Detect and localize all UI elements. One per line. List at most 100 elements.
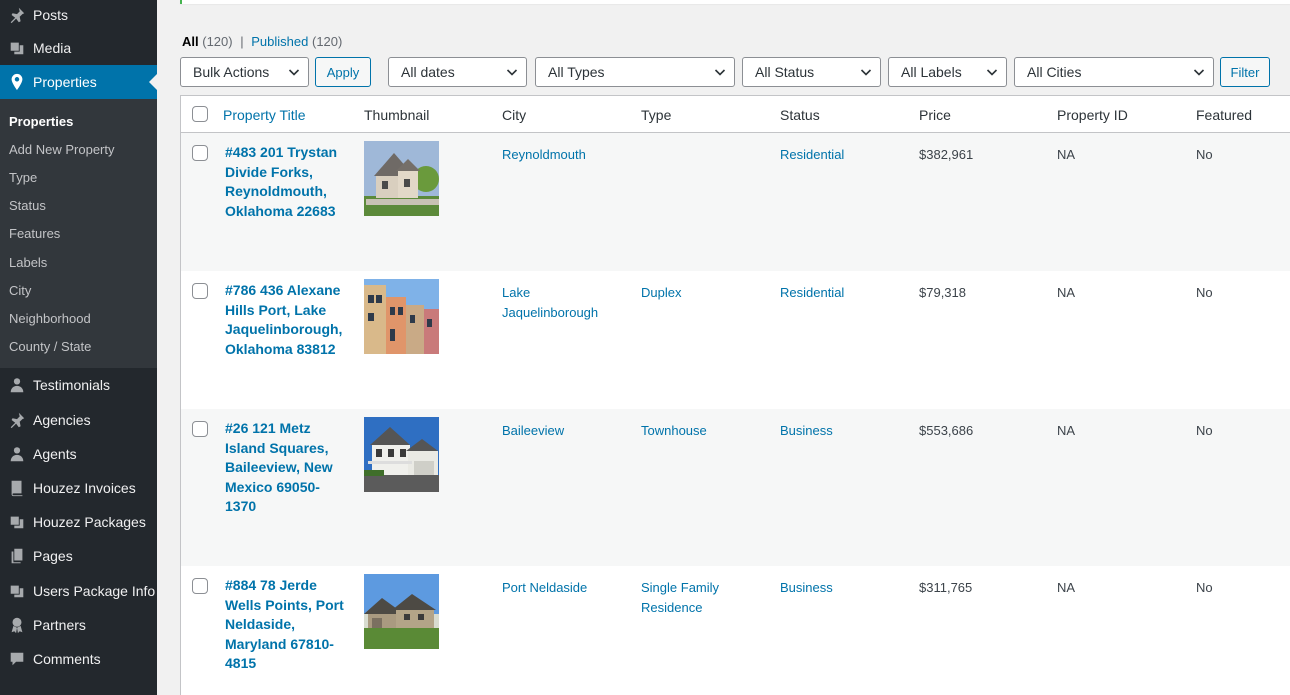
table-row: #884 78 Jerde Wells Points, Port Neldasi…: [181, 566, 1290, 695]
cities-filter-select[interactable]: All Cities: [1014, 57, 1214, 87]
property-thumbnail[interactable]: [364, 279, 439, 354]
menu-item-comments[interactable]: Comments: [0, 642, 157, 676]
type-filter-value: All Types: [548, 64, 605, 80]
menu-item-pages[interactable]: Pages: [0, 539, 157, 573]
property-id-value: NA: [1057, 147, 1076, 162]
chevron-down-icon: [1193, 69, 1205, 76]
row-checkbox[interactable]: [192, 283, 208, 299]
menu-item-agencies[interactable]: Agencies: [0, 403, 157, 437]
chevron-down-icon: [506, 69, 518, 76]
submenu-add-new-property[interactable]: Add New Property: [9, 142, 115, 157]
media-icon: [0, 513, 33, 531]
filter-published-link[interactable]: Published: [251, 34, 308, 49]
price-value: $79,318: [919, 285, 966, 300]
property-thumbnail[interactable]: [364, 574, 439, 649]
submenu-neighborhood[interactable]: Neighborhood: [9, 311, 91, 326]
apply-button[interactable]: Apply: [315, 57, 371, 87]
property-id-value: NA: [1057, 285, 1076, 300]
price-value: $553,686: [919, 423, 974, 438]
bulk-actions-select[interactable]: Bulk Actions: [180, 57, 309, 87]
award-icon: [0, 616, 33, 634]
city-link[interactable]: Baileeview: [502, 421, 622, 441]
row-checkbox[interactable]: [192, 421, 208, 437]
status-link[interactable]: Residential: [780, 145, 844, 165]
submenu-properties[interactable]: Properties: [9, 114, 73, 129]
bulk-actions-value: Bulk Actions: [193, 64, 270, 80]
labels-filter-select[interactable]: All Labels: [888, 57, 1007, 87]
submenu-features[interactable]: Features: [9, 226, 60, 241]
property-thumbnail[interactable]: [364, 141, 439, 216]
column-city: City: [502, 107, 527, 123]
menu-item-users-package-info[interactable]: Users Package Info: [0, 574, 157, 608]
row-checkbox[interactable]: [192, 578, 208, 594]
city-link[interactable]: Reynoldmouth: [502, 145, 622, 165]
media-icon: [0, 582, 33, 600]
city-link[interactable]: Lake Jaquelinborough: [502, 283, 622, 323]
status-filter-select[interactable]: All Status: [742, 57, 881, 87]
menu-item-properties[interactable]: Properties: [0, 65, 157, 99]
menu-label: Users Package Info: [33, 583, 156, 599]
properties-table: Property Title Thumbnail City Type Statu…: [180, 95, 1290, 695]
type-link[interactable]: Townhouse: [641, 421, 766, 441]
status-link[interactable]: Business: [780, 578, 833, 598]
cities-filter-value: All Cities: [1027, 64, 1082, 80]
submenu-county-state[interactable]: County / State: [9, 339, 91, 354]
date-filter-value: All dates: [401, 64, 455, 80]
type-filter-select[interactable]: All Types: [535, 57, 735, 87]
featured-value: No: [1196, 580, 1213, 595]
pin-icon: [0, 6, 33, 24]
chevron-down-icon: [714, 69, 726, 76]
status-link[interactable]: Business: [780, 421, 833, 441]
menu-label: Houzez Invoices: [33, 480, 136, 496]
filter-published-count: (120): [311, 34, 343, 49]
featured-value: No: [1196, 285, 1213, 300]
property-title-link[interactable]: #786 436 Alexane Hills Port, Lake Jaquel…: [225, 281, 350, 359]
filter-button[interactable]: Filter: [1220, 57, 1270, 87]
property-id-value: NA: [1057, 423, 1076, 438]
location-pin-icon: [0, 73, 33, 91]
status-link[interactable]: Residential: [780, 283, 844, 303]
property-title-link[interactable]: #26 121 Metz Island Squares, Baileeview,…: [225, 419, 350, 517]
menu-label: Properties: [33, 74, 97, 90]
menu-item-houzez-packages[interactable]: Houzez Packages: [0, 505, 157, 539]
property-thumbnail[interactable]: [364, 417, 439, 492]
column-thumbnail: Thumbnail: [364, 107, 430, 123]
submenu-type[interactable]: Type: [9, 170, 37, 185]
column-property-title[interactable]: Property Title: [223, 107, 305, 123]
row-checkbox[interactable]: [192, 145, 208, 161]
properties-submenu: Properties Add New Property Type Status …: [0, 99, 157, 368]
menu-item-partners[interactable]: Partners: [0, 608, 157, 642]
menu-item-houzez-invoices[interactable]: Houzez Invoices: [0, 471, 157, 505]
menu-item-media[interactable]: Media: [0, 31, 157, 65]
property-id-value: NA: [1057, 580, 1076, 595]
date-filter-select[interactable]: All dates: [388, 57, 527, 87]
price-value: $382,961: [919, 147, 974, 162]
chevron-down-icon: [860, 69, 872, 76]
property-title-link[interactable]: #483 201 Trystan Divide Forks, Reynoldmo…: [225, 143, 350, 221]
menu-item-testimonials[interactable]: Testimonials: [0, 368, 157, 402]
menu-item-posts[interactable]: Posts: [0, 0, 157, 29]
property-title-link[interactable]: #884 78 Jerde Wells Points, Port Neldasi…: [225, 576, 350, 674]
filter-all-count: (120): [202, 34, 233, 49]
menu-label: Agents: [33, 446, 77, 462]
type-link[interactable]: Single Family Residence: [641, 578, 766, 618]
menu-label: Comments: [33, 651, 101, 667]
menu-item-agents[interactable]: Agents: [0, 437, 157, 471]
filter-all-link[interactable]: All: [182, 34, 199, 49]
type-link[interactable]: Duplex: [641, 283, 766, 303]
admin-sidebar: Posts Media Properties Properties Add Ne…: [0, 0, 157, 695]
menu-label: Agencies: [33, 412, 91, 428]
select-all-checkbox[interactable]: [192, 106, 208, 122]
submenu-status[interactable]: Status: [9, 198, 46, 213]
submenu-labels[interactable]: Labels: [9, 255, 47, 270]
table-header: Property Title Thumbnail City Type Statu…: [181, 96, 1290, 133]
city-link[interactable]: Port Neldaside: [502, 578, 622, 598]
menu-label: Posts: [33, 6, 69, 23]
pages-icon: [0, 547, 33, 565]
menu-label: Partners: [33, 617, 86, 633]
column-property-id: Property ID: [1057, 107, 1128, 123]
media-icon: [0, 39, 33, 57]
submenu-city[interactable]: City: [9, 283, 31, 298]
status-filter-value: All Status: [755, 64, 815, 80]
chevron-down-icon: [288, 69, 300, 76]
